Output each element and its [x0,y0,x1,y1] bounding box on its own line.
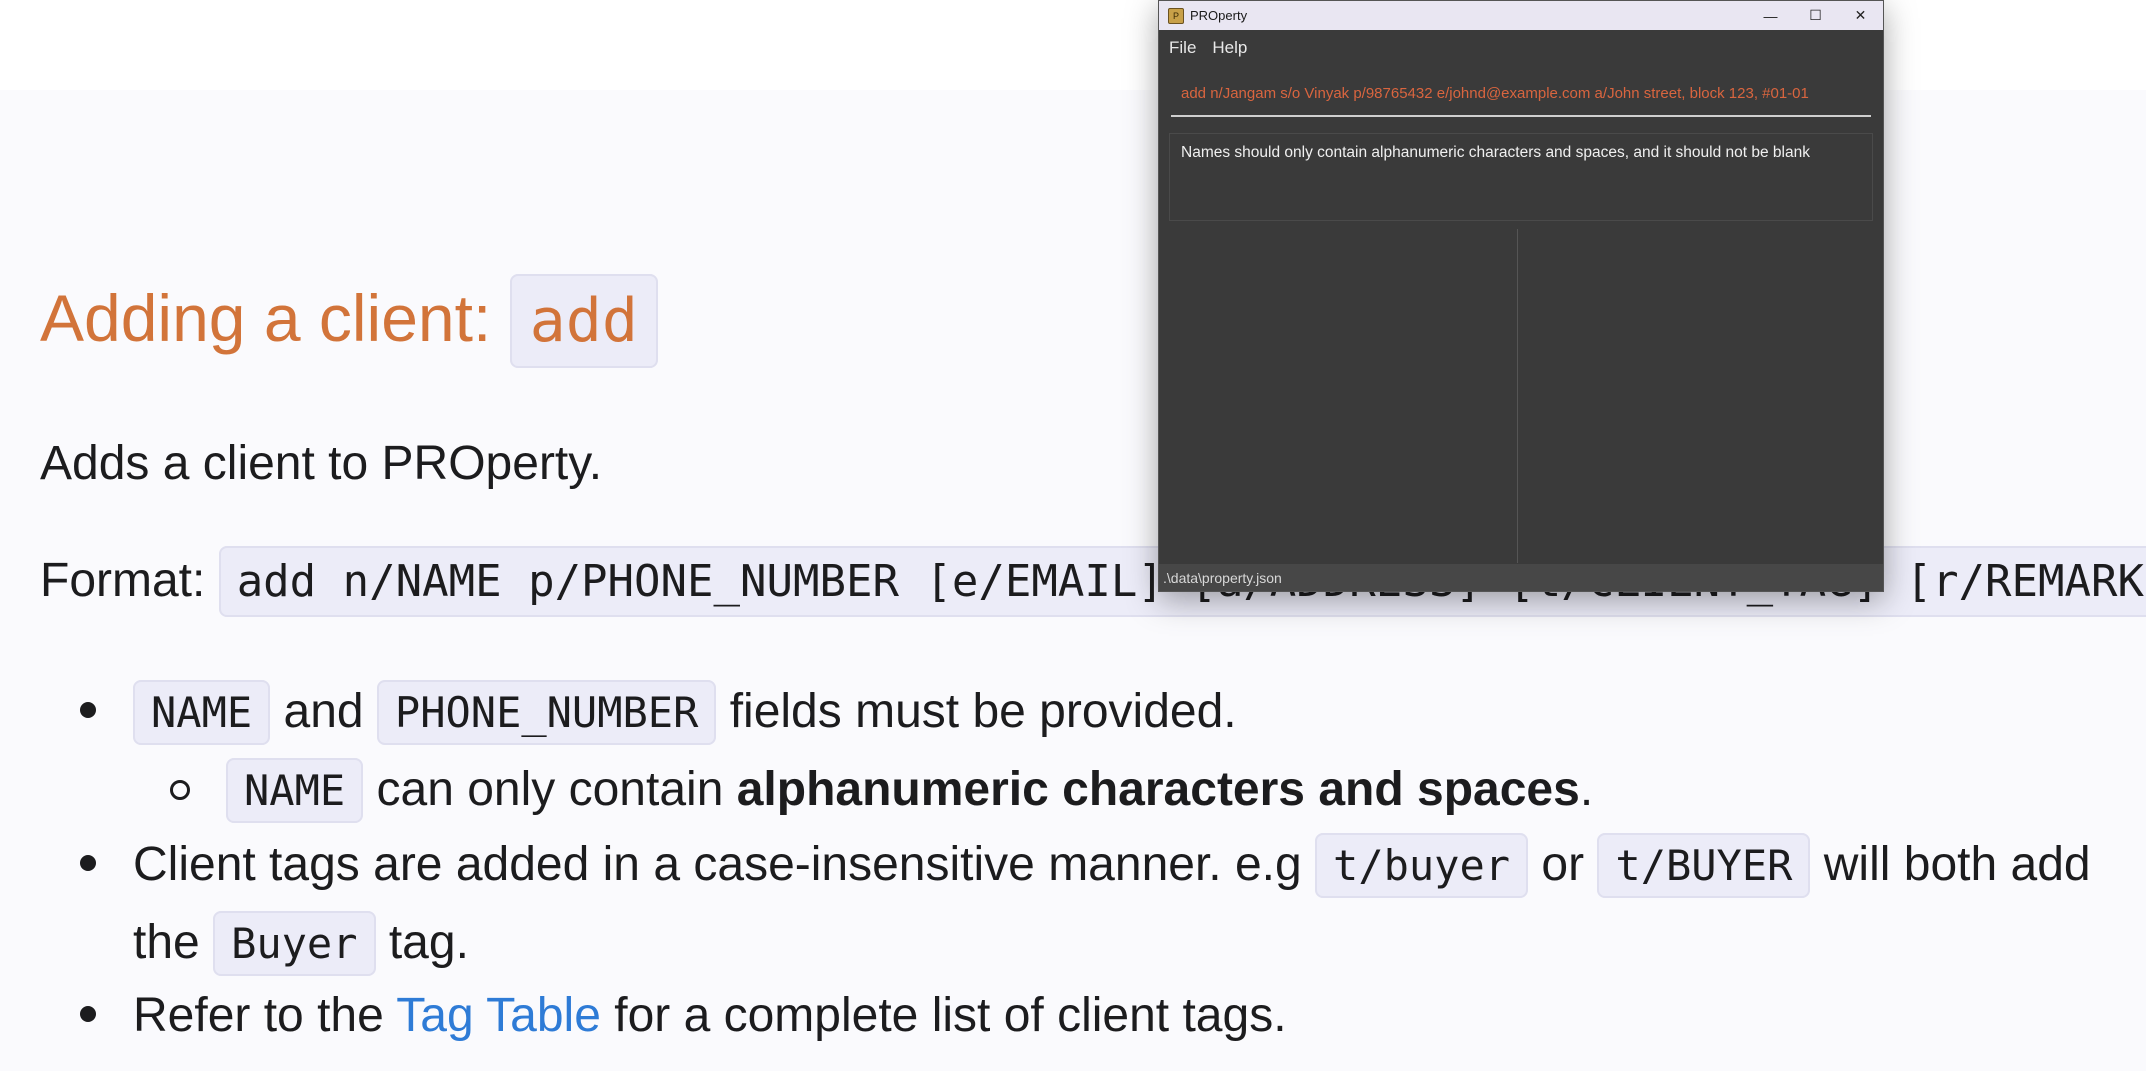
format-label: Format: [40,554,219,607]
bullet-text: . [1579,763,1594,816]
inline-code: NAME [133,680,271,745]
maximize-icon[interactable]: ☐ [1793,1,1838,30]
sub-bullet-name-rule: NAME can only contain alphanumeric chara… [226,758,1594,823]
close-icon[interactable]: ✕ [1838,1,1883,30]
property-app-window: P PROperty — ☐ ✕ File Help Names should … [1158,0,1884,592]
bullet-client-tags-continued: the Buyer tag. [133,911,469,976]
inline-code: t/BUYER [1597,833,1811,898]
status-bar: .\data\property.json [1159,564,1883,591]
bullet-text: and [270,685,377,738]
result-display: Names should only contain alphanumeric c… [1169,133,1873,221]
bullet-tag-table-reference: Refer to the Tag Table for a complete li… [133,988,1287,1043]
heading-code: add [509,274,659,368]
section-heading: Adding a client: add [40,274,659,368]
inline-code: PHONE_NUMBER [376,680,717,745]
intro-paragraph: Adds a client to PROperty. [40,437,603,490]
menu-help[interactable]: Help [1212,38,1247,58]
bullet-text: will both add [1810,838,2091,891]
window-controls: — ☐ ✕ [1748,1,1883,30]
sub-bullet-circle [170,780,190,800]
minimize-icon[interactable]: — [1748,1,1793,30]
pane-divider[interactable] [1517,229,1518,563]
heading-text: Adding a client: [40,281,510,355]
tag-table-link[interactable]: Tag Table [396,989,601,1042]
bullet-required-fields: NAME and PHONE_NUMBER fields must be pro… [133,680,1237,745]
bullet-text: can only contain [363,763,737,816]
bullet-text: or [1528,838,1598,891]
command-input[interactable] [1171,71,1871,115]
menu-bar: File Help [1159,30,1883,65]
bullet-text: for a complete list of client tags. [600,989,1287,1042]
window-title: PROperty [1190,8,1248,23]
command-box [1171,71,1871,117]
bullet-text: Client tags are added in a case-insensit… [133,838,1316,891]
bold-text: alphanumeric characters and spaces [736,763,1580,816]
bullet-dot [80,1006,96,1022]
menu-file[interactable]: File [1169,38,1196,58]
bullet-text: tag. [375,916,469,969]
window-titlebar[interactable]: P PROperty — ☐ ✕ [1159,1,1883,30]
content-panes [1159,229,1883,563]
data-file-path: .\data\property.json [1163,569,1282,586]
bullet-text: Refer to the [133,989,397,1042]
inline-code: NAME [226,758,364,823]
inline-code: Buyer [213,911,376,976]
bullet-dot [80,855,96,871]
bullet-text: fields must be provided. [716,685,1237,738]
bullet-dot [80,702,96,718]
bullet-text: the [133,916,214,969]
inline-code: t/buyer [1315,833,1529,898]
app-logo-icon: P [1168,7,1184,24]
bullet-client-tags: Client tags are added in a case-insensit… [133,833,2091,898]
